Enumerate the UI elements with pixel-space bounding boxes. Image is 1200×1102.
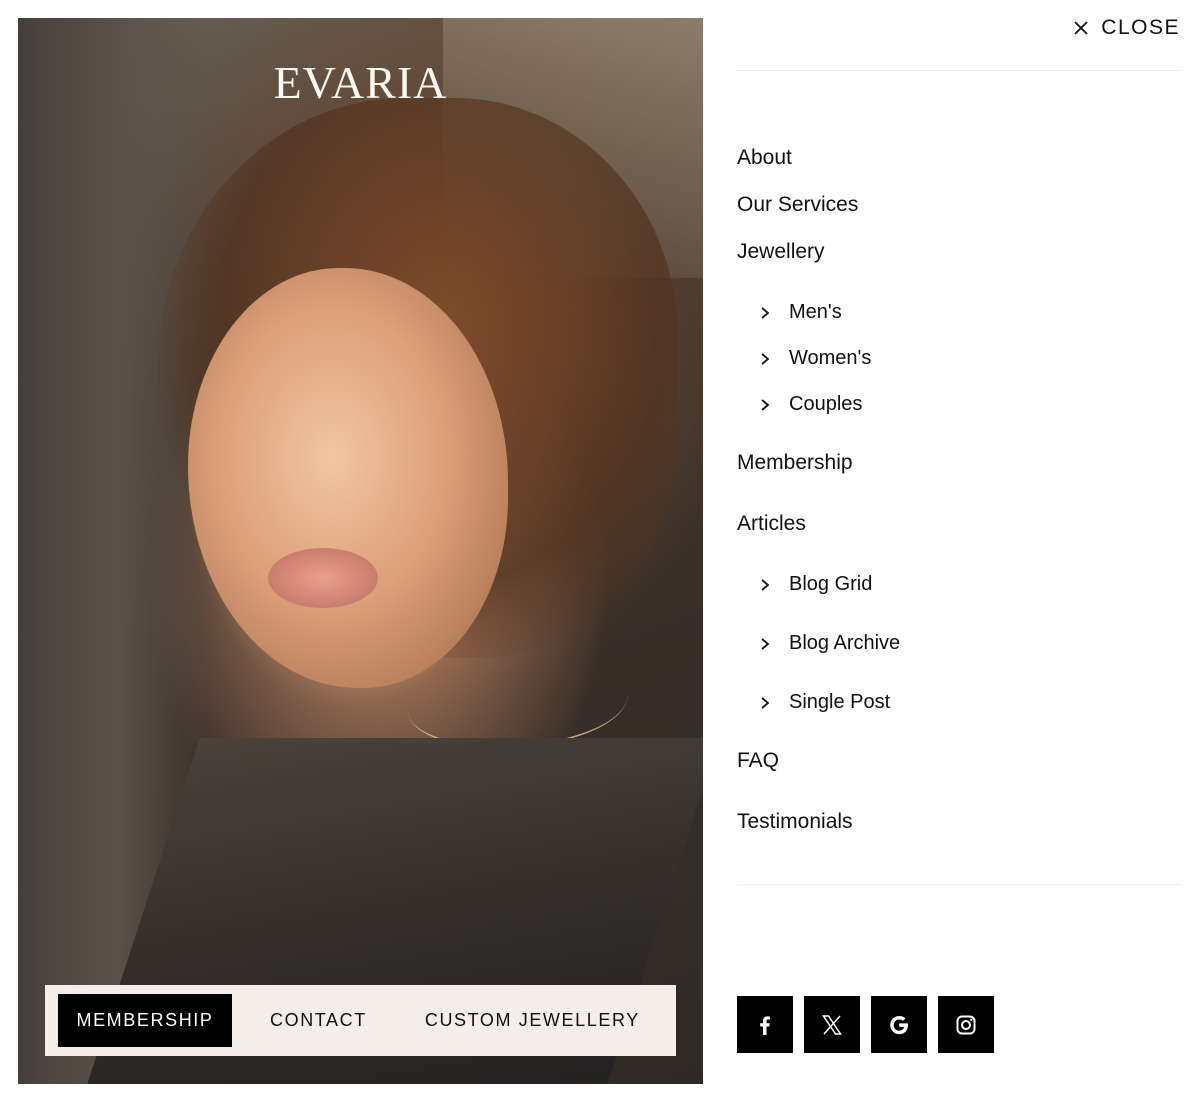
nav-subitem-label: Blog Grid bbox=[789, 573, 873, 595]
chevron-right-icon bbox=[761, 306, 770, 319]
facebook-button[interactable] bbox=[737, 996, 793, 1053]
nav-subitem-couples[interactable]: Couples bbox=[759, 393, 862, 416]
google-button[interactable] bbox=[871, 996, 927, 1053]
facebook-icon bbox=[760, 1015, 770, 1035]
chevron-right-icon bbox=[761, 578, 770, 591]
nav-subitem-label: Single Post bbox=[789, 691, 891, 713]
chevron-right-icon bbox=[761, 352, 770, 365]
nav-subitem-label: Men's bbox=[789, 301, 842, 323]
brand-logo[interactable]: EVARIA bbox=[18, 56, 703, 109]
google-icon bbox=[890, 1015, 908, 1034]
hero-image: EVARIA bbox=[18, 18, 703, 1084]
nav-subitem-label: Women's bbox=[789, 347, 872, 369]
chevron-right-icon bbox=[761, 398, 770, 411]
nav-item-testimonials[interactable]: Testimonials bbox=[737, 810, 853, 834]
nav-item-jewellery[interactable]: Jewellery bbox=[737, 240, 825, 264]
divider-top bbox=[737, 70, 1181, 71]
nav-item-our-services[interactable]: Our Services bbox=[737, 193, 858, 217]
nav-subitem-blog-archive[interactable]: Blog Archive bbox=[759, 632, 900, 655]
chevron-right-icon bbox=[761, 696, 770, 709]
close-label: CLOSE bbox=[1101, 16, 1180, 39]
instagram-icon bbox=[956, 1015, 976, 1034]
x-button[interactable] bbox=[804, 996, 860, 1053]
nav-subitem-single-post[interactable]: Single Post bbox=[759, 691, 890, 714]
nav-item-membership[interactable]: Membership bbox=[737, 451, 853, 475]
nav-subitem-blog-grid[interactable]: Blog Grid bbox=[759, 573, 872, 596]
nav-subitem-womens[interactable]: Women's bbox=[759, 347, 871, 370]
instagram-button[interactable] bbox=[938, 996, 994, 1053]
nav-subitem-mens[interactable]: Men's bbox=[759, 301, 842, 324]
close-button[interactable]: CLOSE bbox=[1073, 16, 1180, 40]
close-icon bbox=[1074, 21, 1088, 35]
nav-subitem-label: Couples bbox=[789, 393, 863, 415]
cta-bar: MEMBERSHIP CONTACT CUSTOM JEWELLERY bbox=[45, 985, 676, 1056]
hero-necklace-shape bbox=[408, 658, 628, 748]
x-icon bbox=[822, 1014, 842, 1035]
nav-item-about[interactable]: About bbox=[737, 146, 792, 170]
membership-button[interactable]: MEMBERSHIP bbox=[58, 994, 232, 1047]
divider-bottom bbox=[737, 884, 1181, 885]
social-links bbox=[737, 996, 994, 1053]
nav-subitem-label: Blog Archive bbox=[789, 632, 901, 654]
hero-lips-shape bbox=[268, 548, 378, 608]
chevron-right-icon bbox=[761, 637, 770, 650]
nav-item-faq[interactable]: FAQ bbox=[737, 749, 779, 773]
contact-link[interactable]: CONTACT bbox=[270, 1010, 367, 1031]
nav-item-articles[interactable]: Articles bbox=[737, 512, 806, 536]
hero-face-shape bbox=[188, 268, 508, 688]
custom-jewellery-link[interactable]: CUSTOM JEWELLERY bbox=[425, 1010, 640, 1031]
